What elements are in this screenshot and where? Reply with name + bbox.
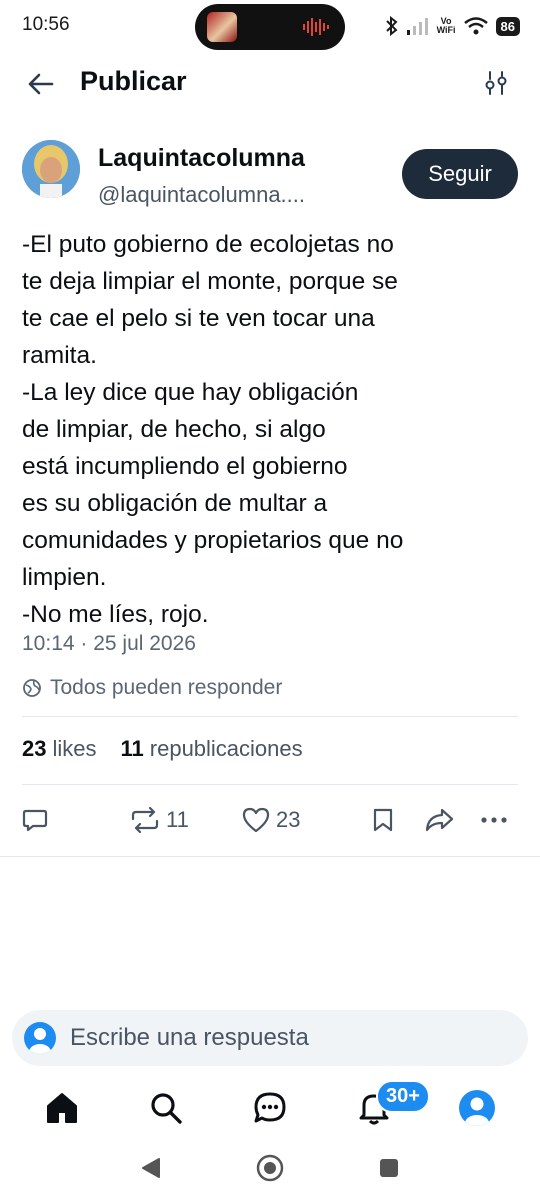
heart-icon bbox=[242, 807, 270, 833]
chat-icon bbox=[254, 1092, 286, 1123]
vowifi-indicator: Vo WiFi bbox=[437, 17, 456, 35]
audio-wave-icon bbox=[303, 18, 329, 36]
like-button[interactable]: 23 bbox=[242, 802, 300, 838]
nav-search[interactable] bbox=[146, 1088, 186, 1128]
reply-button[interactable] bbox=[22, 802, 48, 838]
reply-placeholder: Escribe una respuesta bbox=[70, 1024, 309, 1051]
likes-label: likes bbox=[52, 736, 97, 761]
repost-button[interactable]: 11 bbox=[130, 802, 189, 838]
likes-count: 23 bbox=[22, 736, 47, 761]
media-thumbnail bbox=[207, 12, 237, 42]
post-line: comunidades y propietarios que no bbox=[22, 527, 404, 554]
repost-icon bbox=[131, 807, 159, 833]
more-options-button[interactable] bbox=[480, 802, 508, 838]
post-actions: 11 23 bbox=[22, 802, 518, 838]
bottom-nav: 30+ bbox=[0, 1080, 540, 1136]
comment-icon bbox=[22, 809, 48, 832]
globe-icon bbox=[23, 679, 41, 697]
post-line: es su obligación de multar a bbox=[22, 490, 328, 517]
share-button[interactable] bbox=[424, 802, 454, 838]
divider bbox=[0, 856, 540, 857]
sliders-icon[interactable] bbox=[484, 70, 508, 96]
nav-home[interactable] bbox=[42, 1088, 82, 1128]
user-avatar-icon bbox=[24, 1022, 56, 1054]
divider bbox=[22, 784, 518, 785]
ellipsis-icon bbox=[481, 817, 507, 823]
status-bar: 10:56 Vo WiFi 86 bbox=[0, 0, 540, 56]
avatar[interactable] bbox=[22, 140, 80, 198]
reposts-label: republicaciones bbox=[149, 736, 303, 761]
post-line: -El puto gobierno de ecolojetas no bbox=[22, 231, 394, 258]
post-author: Laquintacolumna @laquintacolumna.... Seg… bbox=[22, 140, 522, 210]
nav-profile[interactable] bbox=[457, 1088, 497, 1128]
bluetooth-icon bbox=[385, 16, 398, 36]
vowifi-bottom: WiFi bbox=[436, 25, 456, 35]
reply-setting-label: Todos pueden responder bbox=[50, 676, 283, 699]
reply-composer[interactable]: Escribe una respuesta bbox=[12, 1010, 528, 1066]
post-line: -No me líes, rojo. bbox=[22, 601, 209, 628]
bookmark-button[interactable] bbox=[372, 802, 394, 838]
notifications-badge: 30+ bbox=[376, 1080, 430, 1113]
post-line: te cae el pelo si te ven tocar una bbox=[22, 305, 375, 332]
nav-chat[interactable] bbox=[250, 1088, 290, 1128]
system-navigation bbox=[0, 1140, 540, 1200]
page-title: Publicar bbox=[80, 66, 187, 96]
reposts-stat[interactable]: 11 republicaciones bbox=[121, 736, 303, 762]
repost-count: 11 bbox=[166, 807, 189, 832]
back-triangle-icon[interactable] bbox=[140, 1156, 162, 1180]
post-line: está incumpliendo el gobierno bbox=[22, 453, 348, 480]
status-icons: Vo WiFi 86 bbox=[385, 14, 520, 38]
reply-setting[interactable]: Todos pueden responder bbox=[22, 674, 282, 702]
home-circle-icon[interactable] bbox=[256, 1154, 284, 1182]
wifi-icon bbox=[463, 17, 488, 35]
post-line: te deja limpiar el monte, porque se bbox=[22, 268, 398, 295]
recents-square-icon[interactable] bbox=[378, 1157, 400, 1179]
reposts-count: 11 bbox=[120, 736, 144, 761]
arrow-left-icon[interactable] bbox=[26, 70, 54, 98]
author-handle[interactable]: @laquintacolumna.... bbox=[98, 182, 305, 208]
share-icon bbox=[425, 808, 454, 832]
likes-stat[interactable]: 23 likes bbox=[22, 736, 97, 762]
avatar-image bbox=[22, 140, 80, 198]
post-line: de limpiar, de hecho, si algo bbox=[22, 416, 326, 443]
post-text: -El puto gobierno de ecolojetas no te de… bbox=[22, 226, 518, 633]
profile-icon bbox=[459, 1090, 495, 1126]
battery-indicator: 86 bbox=[495, 16, 520, 36]
post-line: ramita. bbox=[22, 342, 97, 369]
bookmark-icon bbox=[373, 808, 393, 832]
like-count: 23 bbox=[276, 807, 301, 832]
post-timestamp: 10:14 · 25 jul 2026 bbox=[22, 632, 196, 655]
app-header: Publicar bbox=[0, 56, 540, 112]
divider bbox=[22, 716, 518, 717]
signal-icon bbox=[406, 18, 428, 35]
dynamic-island[interactable] bbox=[195, 4, 345, 50]
post-line: limpien. bbox=[22, 564, 107, 591]
post-line: -La ley dice que hay obligación bbox=[22, 379, 359, 406]
search-icon bbox=[151, 1093, 182, 1124]
post-stats: 23 likes 11 republicaciones bbox=[22, 736, 303, 762]
follow-button[interactable]: Seguir bbox=[402, 149, 518, 199]
author-name[interactable]: Laquintacolumna bbox=[98, 144, 305, 173]
status-time: 10:56 bbox=[22, 14, 70, 35]
home-icon bbox=[47, 1093, 77, 1123]
